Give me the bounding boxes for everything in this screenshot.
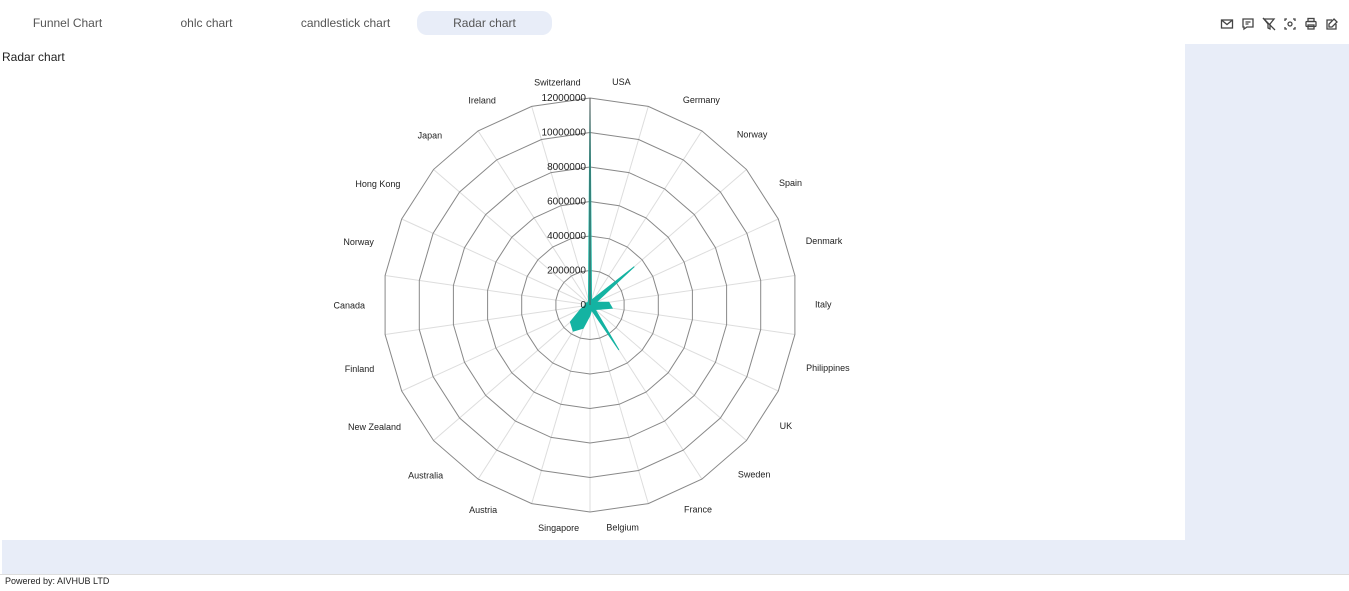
category-label: Spain	[779, 178, 802, 188]
footer-text: Powered by: AIVHUB LTD	[5, 576, 110, 586]
category-label: France	[684, 504, 712, 514]
category-label: Norway	[737, 130, 768, 140]
footer-divider	[0, 574, 1349, 575]
side-panel	[1185, 44, 1349, 540]
category-label: Canada	[333, 301, 365, 311]
category-label: Ireland	[468, 96, 496, 106]
category-label: USA	[612, 77, 631, 87]
category-label: Singapore	[538, 523, 579, 533]
category-label: Denmark	[806, 236, 843, 246]
radial-tick-label: 8000000	[547, 162, 586, 173]
edit-icon[interactable]	[1325, 17, 1339, 31]
category-label: Germany	[683, 95, 721, 105]
bottom-panel	[2, 540, 1349, 574]
screenshot-icon[interactable]	[1283, 17, 1297, 31]
radar-chart: 0 2000000 4000000 6000000 8000000 10000000 120…	[333, 77, 850, 533]
radial-tick-label: 2000000	[547, 266, 586, 277]
category-label: Australia	[408, 470, 443, 480]
radial-tick-label: 0	[580, 300, 586, 311]
mail-icon[interactable]	[1220, 17, 1234, 31]
category-label: UK	[780, 421, 793, 431]
category-label: Switzerland	[534, 77, 581, 87]
filter-off-icon[interactable]	[1262, 17, 1276, 31]
category-label: Finland	[345, 364, 375, 374]
category-label: Sweden	[738, 470, 771, 480]
category-label: Hong Kong	[355, 179, 400, 189]
comment-icon[interactable]	[1241, 17, 1255, 31]
category-label: Japan	[418, 130, 443, 140]
radial-tick-label: 6000000	[547, 197, 586, 208]
category-label: Belgium	[606, 523, 639, 533]
radial-tick-label: 10000000	[542, 128, 587, 139]
toolbar	[1220, 17, 1339, 31]
category-label: Philippines	[806, 363, 850, 373]
category-label: Austria	[469, 505, 497, 515]
category-label: New Zealand	[348, 422, 401, 432]
category-label: Italy	[815, 299, 832, 309]
print-icon[interactable]	[1304, 17, 1318, 31]
radial-tick-label: 12000000	[542, 93, 587, 104]
radial-tick-label: 4000000	[547, 231, 586, 242]
category-label: Norway	[343, 237, 374, 247]
